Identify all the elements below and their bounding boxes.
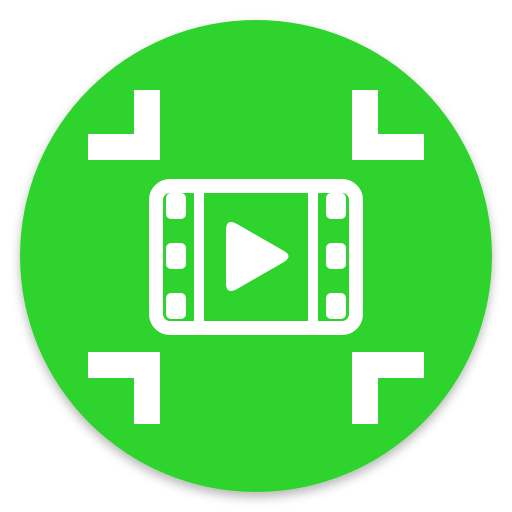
sprocket-hole (326, 243, 346, 269)
film-sprockets-right (326, 193, 346, 319)
sprocket-hole (166, 293, 186, 319)
sprocket-hole (166, 243, 186, 269)
sprocket-hole (326, 193, 346, 219)
video-compress-app-icon (20, 20, 492, 492)
sprocket-hole (166, 193, 186, 219)
film-divider-right (308, 186, 318, 328)
film-sprockets-left (166, 193, 186, 319)
app-icon-canvas (0, 0, 512, 512)
sprocket-hole (326, 293, 346, 319)
film-divider-left (194, 186, 204, 328)
